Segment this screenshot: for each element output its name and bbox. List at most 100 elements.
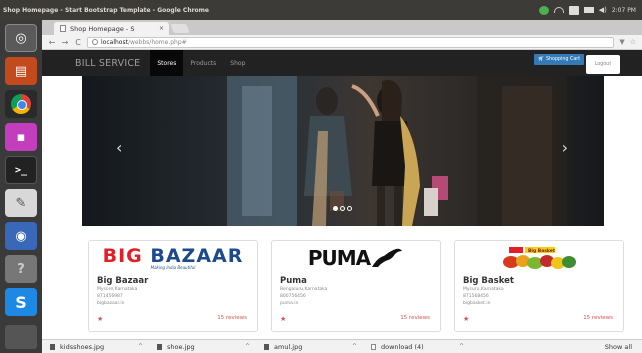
files-icon[interactable]: ▤ bbox=[5, 57, 37, 85]
store-site: puma.in bbox=[280, 301, 299, 306]
store-site: bigbazaar.in bbox=[97, 301, 125, 306]
close-tab-icon[interactable]: × bbox=[159, 25, 169, 32]
store-location: Mysore,Karnataka bbox=[97, 287, 138, 292]
reload-icon[interactable]: C bbox=[74, 38, 82, 47]
clock[interactable]: 2:07 PM bbox=[612, 7, 636, 14]
store-phone: 871568456 bbox=[463, 294, 489, 299]
carousel-dot-2[interactable] bbox=[340, 206, 345, 211]
shopping-cart-button[interactable]: 🛒︎ Shopping Cart bbox=[534, 54, 584, 65]
browser-tab[interactable]: Shop Homepage - S × bbox=[54, 22, 169, 35]
carousel-slide-image bbox=[82, 76, 604, 226]
dash-icon[interactable]: ◎ bbox=[5, 24, 37, 52]
keyboard-icon[interactable] bbox=[568, 5, 579, 15]
terminal-icon[interactable]: >_ bbox=[5, 156, 37, 184]
chevron-up-icon[interactable]: ^ bbox=[459, 343, 470, 350]
bookmark-star-icon[interactable]: ☆ bbox=[630, 38, 636, 46]
forward-arrow-icon[interactable]: → bbox=[61, 38, 69, 47]
star-icon: ★ bbox=[463, 315, 470, 323]
carousel-indicators bbox=[333, 206, 352, 211]
review-count[interactable]: 15 reviews bbox=[400, 315, 430, 323]
mail-icon[interactable] bbox=[583, 7, 594, 13]
carousel-prev-arrow[interactable]: ‹ bbox=[116, 138, 122, 157]
big-basket-logo[interactable]: Big Basket bbox=[455, 241, 623, 275]
download-item[interactable]: kidsshoes.jpg ^ bbox=[42, 343, 149, 351]
show-all-downloads-link[interactable]: Show all bbox=[605, 343, 632, 351]
wifi-icon[interactable] bbox=[553, 7, 564, 13]
store-card-big-basket[interactable]: Big Basket Big Basket Mysuru,Karnataka 8… bbox=[454, 240, 624, 332]
file-icon bbox=[264, 343, 269, 350]
store-card-puma[interactable]: PUMA Puma Bengaluru,Karnataka 800756456 … bbox=[271, 240, 441, 332]
info-icon[interactable] bbox=[92, 39, 98, 45]
download-item[interactable]: shoe.jpg ^ bbox=[149, 343, 256, 351]
trash-icon[interactable] bbox=[5, 325, 37, 349]
browser-toolbar: ← → C localhost/webbs/home.php# ▼ ☆ bbox=[42, 35, 642, 50]
download-item[interactable]: amul.jpg ^ bbox=[256, 343, 363, 351]
chrome-status-icon[interactable] bbox=[538, 5, 549, 15]
puma-logo[interactable]: PUMA bbox=[272, 241, 440, 275]
browser-icon[interactable]: ◉ bbox=[5, 222, 37, 250]
file-icon bbox=[371, 343, 376, 350]
cart-icon: 🛒︎ bbox=[537, 57, 544, 62]
top-panel: Shop Homepage - Start Bootstrap Template… bbox=[0, 0, 642, 20]
download-item[interactable]: download (4) ^ bbox=[363, 343, 470, 351]
store-name[interactable]: Puma bbox=[272, 276, 440, 286]
download-filename: kidsshoes.jpg bbox=[60, 342, 105, 351]
chrome-icon[interactable] bbox=[5, 90, 37, 118]
star-icon: ★ bbox=[97, 315, 104, 323]
logout-button[interactable]: Logout bbox=[586, 55, 620, 74]
media-icon[interactable]: ▪ bbox=[5, 123, 37, 151]
nav-link-stores[interactable]: Stores bbox=[150, 50, 184, 76]
file-icon bbox=[50, 343, 55, 350]
carousel-dot-1[interactable] bbox=[333, 206, 338, 211]
site-brand[interactable]: BILL SERVICE bbox=[75, 58, 140, 69]
download-filename: amul.jpg bbox=[274, 342, 303, 351]
svg-text:Big Basket: Big Basket bbox=[528, 248, 556, 254]
store-location: Bengaluru,Karnataka bbox=[280, 287, 328, 292]
filter-icon[interactable]: ▼ bbox=[619, 38, 624, 46]
carousel-next-arrow[interactable]: › bbox=[562, 138, 568, 157]
site-navbar: BILL SERVICE Stores Products Shop 🛒︎ Sho… bbox=[42, 50, 642, 76]
new-tab-button[interactable] bbox=[170, 24, 190, 33]
url-path: /webbs/home.php# bbox=[127, 38, 187, 46]
chevron-up-icon[interactable]: ^ bbox=[245, 343, 256, 350]
cart-label: Shopping Cart bbox=[545, 57, 581, 62]
big-bazaar-logo[interactable]: BIG BAZAAR Making India Beautiful bbox=[89, 241, 257, 275]
star-icon: ★ bbox=[280, 315, 287, 323]
hero-carousel: ‹ › bbox=[82, 76, 604, 226]
address-bar[interactable]: localhost/webbs/home.php# bbox=[87, 36, 615, 48]
puma-cat-icon bbox=[372, 248, 403, 267]
store-name[interactable]: Big Basket bbox=[455, 276, 623, 286]
carousel-dot-3[interactable] bbox=[347, 206, 352, 211]
store-cards: BIG BAZAAR Making India Beautiful Big Ba… bbox=[88, 240, 628, 353]
store-site: bigbasket.in bbox=[463, 301, 491, 306]
store-phone: 800756456 bbox=[280, 294, 306, 299]
launcher: ◎ ▤ ▪ >_ ✎ ◉ ? S bbox=[0, 20, 42, 353]
store-phone: 871456987 bbox=[97, 294, 123, 299]
review-count[interactable]: 15 reviews bbox=[217, 315, 247, 323]
tab-title: Shop Homepage - S bbox=[70, 24, 135, 33]
download-filename: download (4) bbox=[381, 342, 424, 351]
store-name[interactable]: Big Bazaar bbox=[89, 276, 257, 286]
download-filename: shoe.jpg bbox=[167, 342, 195, 351]
store-location: Mysuru,Karnataka bbox=[463, 287, 504, 292]
store-card-big-bazaar[interactable]: BIG BAZAAR Making India Beautiful Big Ba… bbox=[88, 240, 258, 332]
text-editor-icon[interactable]: ✎ bbox=[5, 189, 37, 217]
url-host: localhost bbox=[101, 38, 128, 46]
nav-link-shop[interactable]: Shop bbox=[223, 50, 252, 76]
web-page: BILL SERVICE Stores Products Shop 🛒︎ Sho… bbox=[42, 50, 642, 353]
window-title: Shop Homepage - Start Bootstrap Template… bbox=[3, 6, 209, 14]
browser-window: Shop Homepage - S × ← → C localhost/webb… bbox=[42, 20, 642, 353]
help-icon[interactable]: ? bbox=[5, 255, 37, 283]
review-count[interactable]: 15 reviews bbox=[583, 315, 613, 323]
system-tray: ◀) 2:07 PM bbox=[538, 5, 642, 15]
page-icon bbox=[60, 25, 66, 32]
file-icon bbox=[157, 343, 162, 350]
downloads-bar: kidsshoes.jpg ^ shoe.jpg ^ amul.jpg ^ do… bbox=[42, 339, 642, 353]
sound-icon[interactable]: ◀) bbox=[599, 6, 607, 14]
skype-icon[interactable]: S bbox=[5, 288, 37, 316]
back-arrow-icon[interactable]: ← bbox=[48, 38, 56, 47]
tab-strip: Shop Homepage - S × bbox=[42, 20, 642, 35]
chevron-up-icon[interactable]: ^ bbox=[352, 343, 363, 350]
chevron-up-icon[interactable]: ^ bbox=[138, 343, 149, 350]
nav-link-products[interactable]: Products bbox=[183, 50, 223, 76]
